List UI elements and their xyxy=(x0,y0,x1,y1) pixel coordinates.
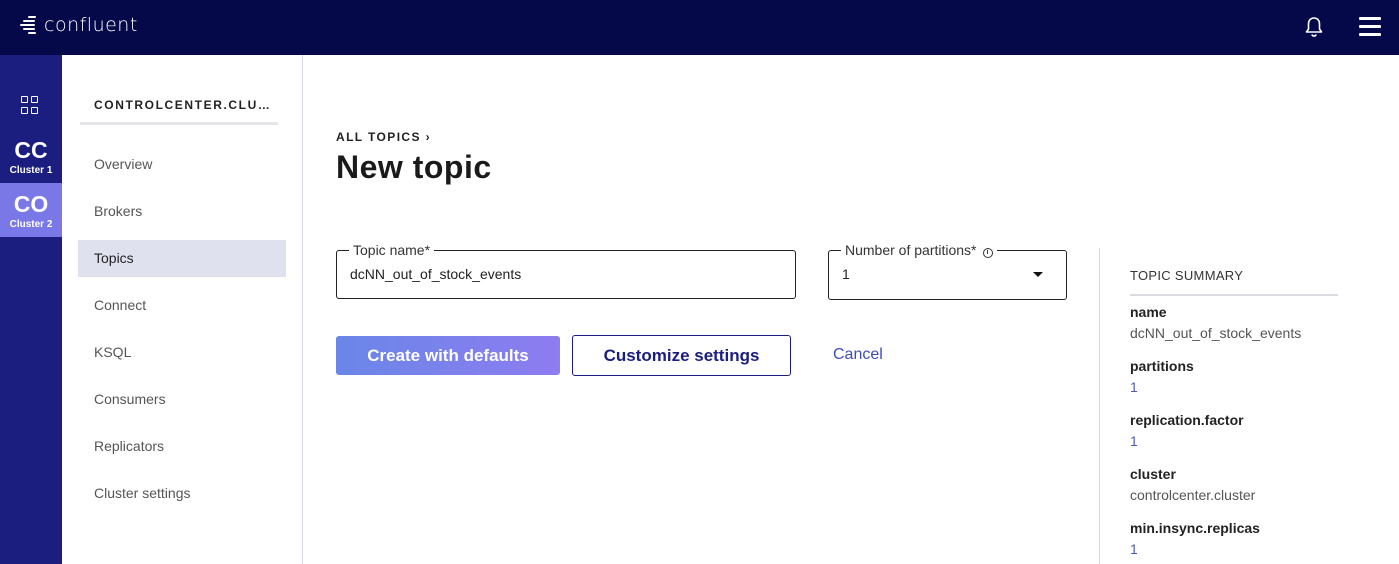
page-title: New topic xyxy=(336,149,492,185)
summary-key: name xyxy=(1130,304,1167,320)
cluster-abbr: CO xyxy=(13,191,49,217)
topic-name-label: Topic name* xyxy=(349,242,435,258)
sidebar-cluster-title: CONTROLCENTER.CLUSTER xyxy=(94,98,274,112)
partitions-label: Number of partitions* xyxy=(845,242,977,258)
topic-name-value[interactable]: dcNN_out_of_stock_events xyxy=(350,266,521,282)
divider xyxy=(80,122,278,125)
summary-value: 1 xyxy=(1130,433,1138,449)
partitions-select[interactable]: Number of partitions* i 1 xyxy=(828,242,1067,300)
sidebar-item-topics[interactable]: Topics xyxy=(78,240,286,277)
summary-key: partitions xyxy=(1130,358,1194,374)
summary-divider xyxy=(1099,248,1100,564)
confluent-logo[interactable]: confluent xyxy=(20,14,138,36)
summary-key: replication.factor xyxy=(1130,412,1244,428)
cluster-name: Cluster 2 xyxy=(9,219,53,230)
hamburger-menu-icon[interactable] xyxy=(1359,17,1381,37)
summary-title: TOPIC SUMMARY xyxy=(1130,268,1244,283)
summary-key: cluster xyxy=(1130,466,1176,482)
summary-value: 1 xyxy=(1130,541,1138,557)
info-icon[interactable]: i xyxy=(982,248,993,258)
cluster-1-button[interactable]: CC Cluster 1 xyxy=(0,129,62,183)
cancel-link[interactable]: Cancel xyxy=(833,346,883,364)
cluster-rail: CC Cluster 1 CO Cluster 2 xyxy=(0,55,62,564)
divider xyxy=(1130,294,1338,296)
top-bar: confluent xyxy=(0,0,1399,55)
summary-value: dcNN_out_of_stock_events xyxy=(1130,325,1302,341)
bell-icon[interactable] xyxy=(1302,15,1326,39)
cluster-name: Cluster 1 xyxy=(9,165,53,176)
logo-text: confluent xyxy=(44,14,138,36)
topic-name-field[interactable]: Topic name* dcNN_out_of_stock_events xyxy=(336,242,796,299)
confluent-logo-icon xyxy=(20,14,42,36)
summary-value: controlcenter.cluster xyxy=(1130,487,1256,503)
sidebar-item-cluster-settings[interactable]: Cluster settings xyxy=(78,475,286,512)
sidebar-item-consumers[interactable]: Consumers xyxy=(78,381,286,418)
sidebar-item-replicators[interactable]: Replicators xyxy=(78,428,286,465)
breadcrumb-all-topics[interactable]: ALL TOPICS › xyxy=(336,130,431,144)
sidebar-item-brokers[interactable]: Brokers xyxy=(78,193,286,230)
summary-value: 1 xyxy=(1130,379,1138,395)
summary-key: min.insync.replicas xyxy=(1130,520,1260,536)
grid-icon[interactable] xyxy=(21,96,39,114)
customize-settings-button[interactable]: Customize settings xyxy=(572,335,791,376)
sidebar-item-ksql[interactable]: KSQL xyxy=(78,334,286,371)
cluster-abbr: CC xyxy=(14,137,48,163)
create-with-defaults-button[interactable]: Create with defaults xyxy=(336,336,560,375)
sidebar-item-connect[interactable]: Connect xyxy=(78,287,286,324)
sidebar-item-overview[interactable]: Overview xyxy=(78,146,286,183)
partitions-value: 1 xyxy=(842,266,850,282)
partitions-label-wrap: Number of partitions* i xyxy=(841,242,997,258)
chevron-down-icon[interactable] xyxy=(1033,272,1043,277)
cluster-2-button[interactable]: CO Cluster 2 xyxy=(0,183,62,237)
sidebar: CONTROLCENTER.CLUSTER Overview Brokers T… xyxy=(62,55,303,564)
